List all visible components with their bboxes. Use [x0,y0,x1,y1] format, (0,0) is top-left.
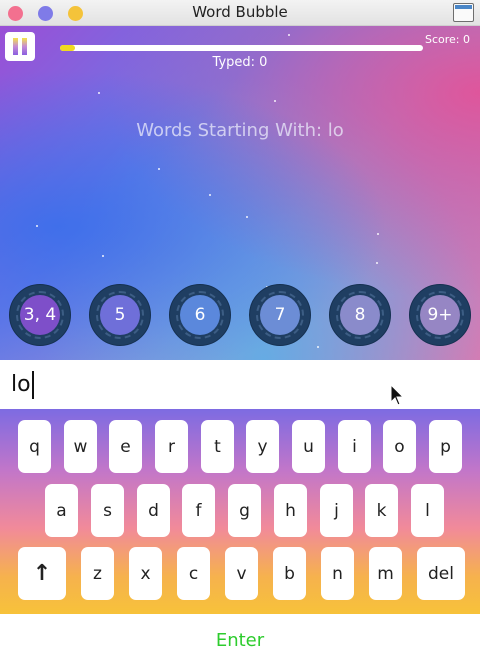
key-e[interactable]: e [109,420,142,473]
key-i[interactable]: i [338,420,371,473]
enter-bar: Enter [0,614,480,666]
mouse-pointer-icon [390,384,405,406]
progress-fill [60,45,75,51]
key-u[interactable]: u [292,420,325,473]
key-k[interactable]: k [365,484,398,537]
key-v[interactable]: v [225,547,258,600]
key-p[interactable]: p [429,420,462,473]
key-h[interactable]: h [274,484,307,537]
bubble-length-5[interactable]: 5 [89,284,151,346]
bubble-length-9-plus[interactable]: 9+ [409,284,471,346]
typed-text: lo [11,371,34,399]
key-b[interactable]: b [273,547,306,600]
key-a[interactable]: a [45,484,78,537]
score-label: Score: 0 [424,33,470,46]
key-j[interactable]: j [320,484,353,537]
shift-arrow-icon: ↑ [32,561,52,586]
length-bubbles: 3, 4 5 6 7 8 9+ [0,284,480,348]
bubble-length-8[interactable]: 8 [329,284,391,346]
on-screen-keyboard: q w e r t y u i o p a s d f g h j k l ↑ … [0,409,480,614]
key-s[interactable]: s [91,484,124,537]
key-q[interactable]: q [18,420,51,473]
title-bar: Word Bubble [0,0,480,26]
delete-key[interactable]: del [417,547,465,600]
key-n[interactable]: n [321,547,354,600]
game-area: Score: 0 Typed: 0 Words Starting With: l… [0,26,480,360]
shift-key[interactable]: ↑ [18,547,66,600]
bubble-length-7[interactable]: 7 [249,284,311,346]
key-o[interactable]: o [383,420,416,473]
word-prompt: Words Starting With: lo [136,120,344,141]
key-t[interactable]: t [201,420,234,473]
key-g[interactable]: g [228,484,261,537]
progress-bar [60,45,423,51]
key-y[interactable]: y [246,420,279,473]
key-w[interactable]: w [64,420,97,473]
key-d[interactable]: d [137,484,170,537]
word-input-field[interactable]: lo [0,360,480,409]
window-title: Word Bubble [192,3,288,21]
key-l[interactable]: l [411,484,444,537]
bubble-length-6[interactable]: 6 [169,284,231,346]
pause-icon [13,38,18,55]
key-c[interactable]: c [177,547,210,600]
typed-counter: Typed: 0 [212,55,268,70]
enter-button[interactable]: Enter [0,630,480,651]
bubble-length-3-4[interactable]: 3, 4 [9,284,71,346]
key-m[interactable]: m [369,547,402,600]
key-z[interactable]: z [81,547,114,600]
window-resize-icon[interactable] [453,3,474,22]
key-r[interactable]: r [155,420,188,473]
key-f[interactable]: f [182,484,215,537]
key-x[interactable]: x [129,547,162,600]
